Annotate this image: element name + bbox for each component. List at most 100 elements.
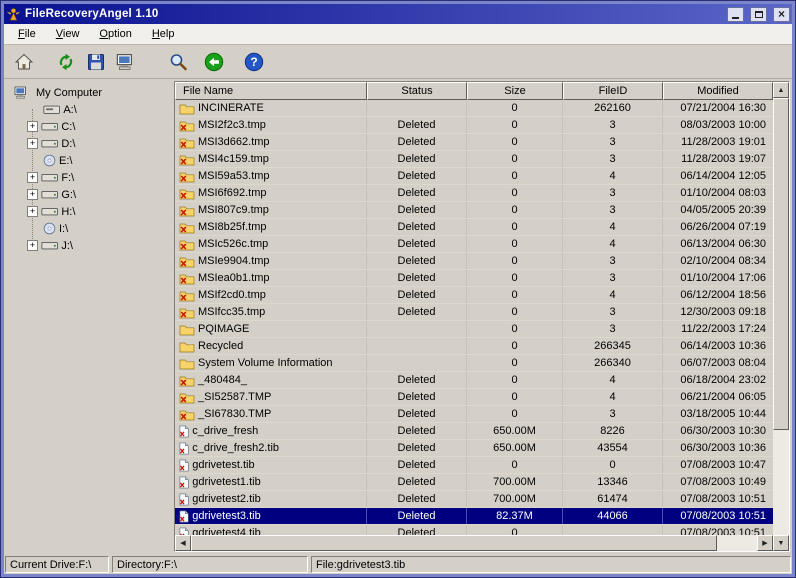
file-name-cell: Recycled xyxy=(175,338,367,354)
expand-plus-icon[interactable]: + xyxy=(27,206,38,217)
table-row[interactable]: MSI3d662.tmp Deleted 0 3 11/28/2003 19:01 xyxy=(175,134,773,151)
table-row[interactable]: MSI59a53.tmp Deleted 0 4 06/14/2004 12:05 xyxy=(175,168,773,185)
table-row[interactable]: MSI6f692.tmp Deleted 0 3 01/10/2004 08:03 xyxy=(175,185,773,202)
size-cell: 650.00M xyxy=(467,440,563,456)
column-header-status[interactable]: Status xyxy=(367,82,467,100)
file-name-cell: gdrivetest.tib xyxy=(175,457,367,473)
table-row[interactable]: PQIMAGE 0 3 11/22/2003 17:24 xyxy=(175,321,773,338)
fileid-cell: 4 xyxy=(563,372,663,388)
table-row[interactable]: System Volume Information 0 266340 06/07/20… xyxy=(175,355,773,372)
table-row[interactable]: MSIc526c.tmp Deleted 0 4 06/13/2004 06:30 xyxy=(175,236,773,253)
table-row[interactable]: MSIf2cd0.tmp Deleted 0 4 06/12/2004 18:56 xyxy=(175,287,773,304)
toolbar-computer-button[interactable] xyxy=(112,48,140,76)
status-current-drive: Current Drive:F:\ xyxy=(5,556,109,573)
table-row[interactable]: gdrivetest3.tib Deleted 82.37M 44066 07/08/2… xyxy=(175,508,773,525)
table-row[interactable]: MSIe9904.tmp Deleted 0 3 02/10/2004 08:34 xyxy=(175,253,773,270)
folder-deleted-icon xyxy=(179,391,195,404)
column-header-fileid[interactable]: FileID xyxy=(563,82,663,100)
table-row[interactable]: c_drive_fresh Deleted 650.00M 8226 06/30/200… xyxy=(175,423,773,440)
search-icon xyxy=(168,52,188,72)
size-cell: 700.00M xyxy=(467,474,563,490)
help-icon: ? xyxy=(244,52,264,72)
folder-icon xyxy=(179,357,195,370)
folder-icon xyxy=(179,102,195,115)
toolbar-search-button[interactable] xyxy=(164,48,192,76)
table-row[interactable]: MSI807c9.tmp Deleted 0 3 04/05/2005 20:39 xyxy=(175,202,773,219)
column-header-modified[interactable]: Modified xyxy=(663,82,773,100)
app-icon xyxy=(6,7,21,22)
horizontal-scroll-track[interactable] xyxy=(191,535,757,551)
folder-deleted-icon xyxy=(179,170,195,183)
vertical-scrollbar[interactable]: ▲ ▼ xyxy=(773,82,789,551)
fileid-cell: 266345 xyxy=(563,338,663,354)
table-row[interactable]: gdrivetest1.tib Deleted 700.00M 13346 07/08/… xyxy=(175,474,773,491)
floppy-drive-icon xyxy=(43,103,60,116)
column-header-size[interactable]: Size xyxy=(467,82,563,100)
fileid-cell: 4 xyxy=(563,287,663,303)
scroll-up-button[interactable]: ▲ xyxy=(773,82,789,98)
table-row[interactable]: c_drive_fresh2.tib Deleted 650.00M 43554 06/… xyxy=(175,440,773,457)
menu-item-view[interactable]: View xyxy=(46,25,90,43)
hard-drive-icon xyxy=(41,171,58,184)
file-name-cell: MSIfcc35.tmp xyxy=(175,304,367,320)
computer-icon xyxy=(116,52,136,72)
table-row[interactable]: MSI2f2c3.tmp Deleted 0 3 08/03/2003 10:00 xyxy=(175,117,773,134)
expand-plus-icon[interactable]: + xyxy=(27,121,38,132)
menu-item-file[interactable]: File xyxy=(8,25,46,43)
fileid-cell: 61474 xyxy=(563,491,663,507)
expand-plus-icon[interactable]: + xyxy=(27,240,38,251)
table-row[interactable]: _SI67830.TMP Deleted 0 3 03/18/2005 10:44 xyxy=(175,406,773,423)
table-row[interactable]: MSIfcc35.tmp Deleted 0 3 12/30/2003 09:18 xyxy=(175,304,773,321)
folder-deleted-icon xyxy=(179,238,195,251)
expand-plus-icon[interactable]: + xyxy=(27,138,38,149)
toolbar-recover-button[interactable] xyxy=(52,48,80,76)
close-button[interactable]: × xyxy=(773,6,790,22)
vertical-scroll-track[interactable] xyxy=(773,98,789,535)
maximize-button[interactable] xyxy=(750,6,767,22)
scroll-down-button[interactable]: ▼ xyxy=(773,535,789,551)
table-row[interactable]: gdrivetest.tib Deleted 0 0 07/08/2003 10:47 xyxy=(175,457,773,474)
scroll-right-button[interactable]: ▶ xyxy=(757,535,773,551)
fileid-cell: 13346 xyxy=(563,474,663,490)
table-row[interactable]: _SI52587.TMP Deleted 0 4 06/21/2004 06:05 xyxy=(175,389,773,406)
tree-item-drive-j[interactable]: + J:\ xyxy=(6,237,174,254)
vertical-scroll-thumb[interactable] xyxy=(773,98,789,431)
folder-deleted-icon xyxy=(179,255,195,268)
scroll-left-button[interactable]: ◀ xyxy=(175,535,191,551)
size-cell: 0 xyxy=(467,100,563,116)
toolbar-save-button[interactable] xyxy=(82,48,110,76)
table-row[interactable]: MSIea0b1.tmp Deleted 0 3 01/10/2004 17:06 xyxy=(175,270,773,287)
menu-item-help[interactable]: Help xyxy=(142,25,185,43)
table-row[interactable]: _480484_ Deleted 0 4 06/18/2004 23:02 xyxy=(175,372,773,389)
size-cell: 0 xyxy=(467,406,563,422)
table-row[interactable]: gdrivetest2.tib Deleted 700.00M 61474 07/08/… xyxy=(175,491,773,508)
folder-icon xyxy=(179,340,195,353)
file-name-text: MSI8b25f.tmp xyxy=(198,221,267,233)
table-row[interactable]: MSI4c159.tmp Deleted 0 3 11/28/2003 19:07 xyxy=(175,151,773,168)
title-bar[interactable]: FileRecoveryAngel 1.10 × xyxy=(4,4,792,24)
file-name-text: c_drive_fresh2.tib xyxy=(192,442,280,454)
toolbar-home-button[interactable] xyxy=(10,48,38,76)
modified-cell: 07/08/2003 10:51 xyxy=(680,527,766,535)
table-row[interactable]: MSI8b25f.tmp Deleted 0 4 06/26/2004 07:19 xyxy=(175,219,773,236)
save-icon xyxy=(86,52,106,72)
folder-deleted-icon xyxy=(179,119,195,132)
table-row[interactable]: gdrivetest4.tib Deleted 0 07/08/2003 10:51 xyxy=(175,525,773,535)
horizontal-scroll-thumb[interactable] xyxy=(191,535,718,551)
fileid-cell: 4 xyxy=(563,168,663,184)
fileid-cell: 262160 xyxy=(563,100,663,116)
toolbar-help-button[interactable]: ? xyxy=(240,48,268,76)
toolbar-back-button[interactable] xyxy=(200,48,228,76)
table-row[interactable]: INCINERATE 0 262160 07/21/2004 16:30 xyxy=(175,100,773,117)
expand-plus-icon[interactable]: + xyxy=(27,189,38,200)
column-header-file-name[interactable]: File Name xyxy=(175,82,367,100)
minimize-button[interactable] xyxy=(727,6,744,22)
expand-plus-icon[interactable]: + xyxy=(27,172,38,183)
horizontal-scrollbar[interactable]: ◀ ▶ xyxy=(175,535,773,551)
table-row[interactable]: Recycled 0 266345 06/14/2003 10:36 xyxy=(175,338,773,355)
size-cell: 0 xyxy=(467,389,563,405)
modified-cell: 06/30/2003 10:36 xyxy=(680,442,766,454)
file-name-cell: MSI59a53.tmp xyxy=(175,168,367,184)
tree-item-my-computer[interactable]: My Computer xyxy=(6,84,174,101)
menu-item-option[interactable]: Option xyxy=(89,25,141,43)
